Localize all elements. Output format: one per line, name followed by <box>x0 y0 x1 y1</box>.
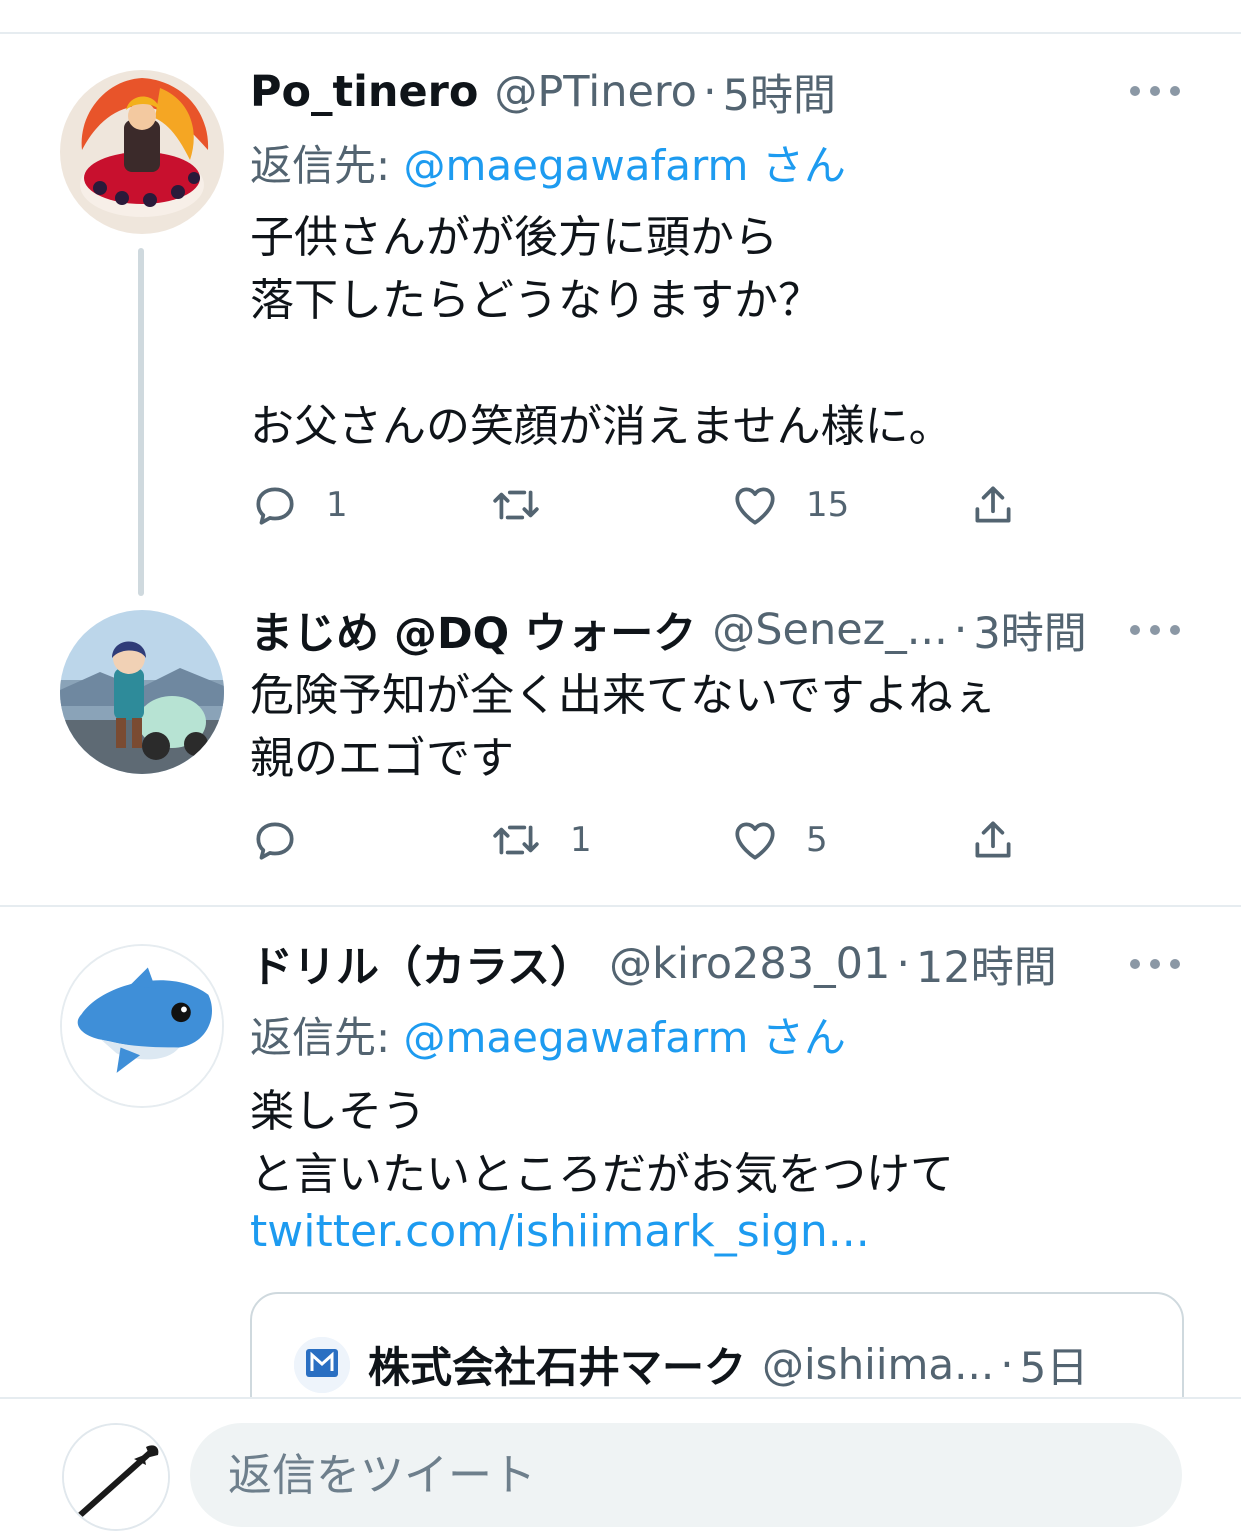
reply-button[interactable]: 1 <box>250 480 348 530</box>
more-icon[interactable] <box>1130 76 1180 106</box>
timestamp[interactable]: 3時間 <box>973 599 1086 661</box>
tweet-header: ドリル（カラス） @kiro283_01 · 12時間 <box>250 934 1057 994</box>
tweet-text: 楽しそう と言いたいところだがお気をつけて <box>250 1086 954 1200</box>
tweet-divider <box>0 905 1241 907</box>
reply-to-mention[interactable]: @maegawafarm <box>404 141 749 190</box>
reply-to-label: 返信先: <box>250 1013 404 1062</box>
more-icon[interactable] <box>1130 949 1180 979</box>
top-divider <box>0 32 1241 34</box>
display-name[interactable]: まじめ @DQ ウォーク <box>250 599 696 661</box>
retweet-count: 1 <box>570 820 592 860</box>
separator: · <box>896 939 910 989</box>
reply-to-line: 返信先: @maegawafarm さん <box>250 1004 846 1065</box>
reply-icon <box>256 822 294 860</box>
separator: · <box>702 67 717 117</box>
my-avatar[interactable] <box>62 1423 170 1531</box>
retweet-icon <box>493 825 539 855</box>
avatar[interactable] <box>60 70 224 234</box>
quoted-tweet-header: 株式会社石井マーク @ishiima... · 5日 <box>294 1334 1088 1395</box>
user-handle[interactable]: @kiro283_01 <box>609 939 890 989</box>
like-count: 15 <box>806 485 850 525</box>
reply-to-suffix: さん <box>748 1013 846 1062</box>
quoted-separator: · <box>1000 1340 1014 1389</box>
reply-composer <box>0 1397 1241 1538</box>
user-handle[interactable]: @PTinero <box>494 67 697 117</box>
display-name[interactable]: Po_tinero <box>250 67 478 117</box>
timestamp[interactable]: 12時間 <box>916 933 1057 995</box>
tweet-text: 子供さんがが後方に頭から 落下したらどうなりますか？ お父さんの笑顔が消えません… <box>250 212 953 452</box>
share-button[interactable] <box>968 480 1018 530</box>
avatar[interactable] <box>60 944 224 1108</box>
reply-count: 1 <box>326 485 348 525</box>
more-icon[interactable] <box>1130 615 1180 645</box>
reply-to-suffix: さん <box>748 141 846 190</box>
tweet-link[interactable]: twitter.com/ishiimark_sign... <box>250 1206 870 1257</box>
reply-to-line: 返信先: @maegawafarm さん <box>250 132 846 193</box>
quoted-display-name: 株式会社石井マーク <box>368 1343 747 1392</box>
quoted-avatar <box>294 1336 350 1393</box>
like-count: 5 <box>806 820 828 860</box>
user-handle[interactable]: @Senez_... <box>712 605 948 655</box>
quoted-timestamp: 5日 <box>1019 1343 1089 1392</box>
like-icon <box>735 487 775 525</box>
share-icon <box>975 486 1011 523</box>
thread-line <box>138 248 144 596</box>
retweet-icon <box>493 490 539 520</box>
share-icon <box>975 821 1011 858</box>
retweet-button[interactable] <box>488 480 570 530</box>
tweet-header: まじめ @DQ ウォーク @Senez_... · 3時間 <box>250 600 1087 660</box>
reply-button[interactable] <box>250 815 326 865</box>
timestamp[interactable]: 5時間 <box>723 61 836 123</box>
reply-icon <box>256 487 294 525</box>
avatar[interactable] <box>60 610 224 774</box>
tweet-text: 危険予知が全く出来てないですよねぇ 親のエゴです <box>250 670 997 784</box>
quoted-handle: @ishiima... <box>762 1340 995 1389</box>
reply-to-mention[interactable]: @maegawafarm <box>404 1013 749 1062</box>
display-name[interactable]: ドリル（カラス） <box>250 933 593 995</box>
tweet-header: Po_tinero @PTinero · 5時間 <box>250 62 836 122</box>
reply-input[interactable] <box>190 1423 1182 1527</box>
like-button[interactable]: 15 <box>730 480 849 530</box>
separator: · <box>953 605 968 655</box>
like-icon <box>735 822 775 860</box>
like-button[interactable]: 5 <box>730 815 828 865</box>
reply-to-label: 返信先: <box>250 141 404 190</box>
retweet-button[interactable]: 1 <box>488 815 592 865</box>
share-button[interactable] <box>968 815 1018 865</box>
